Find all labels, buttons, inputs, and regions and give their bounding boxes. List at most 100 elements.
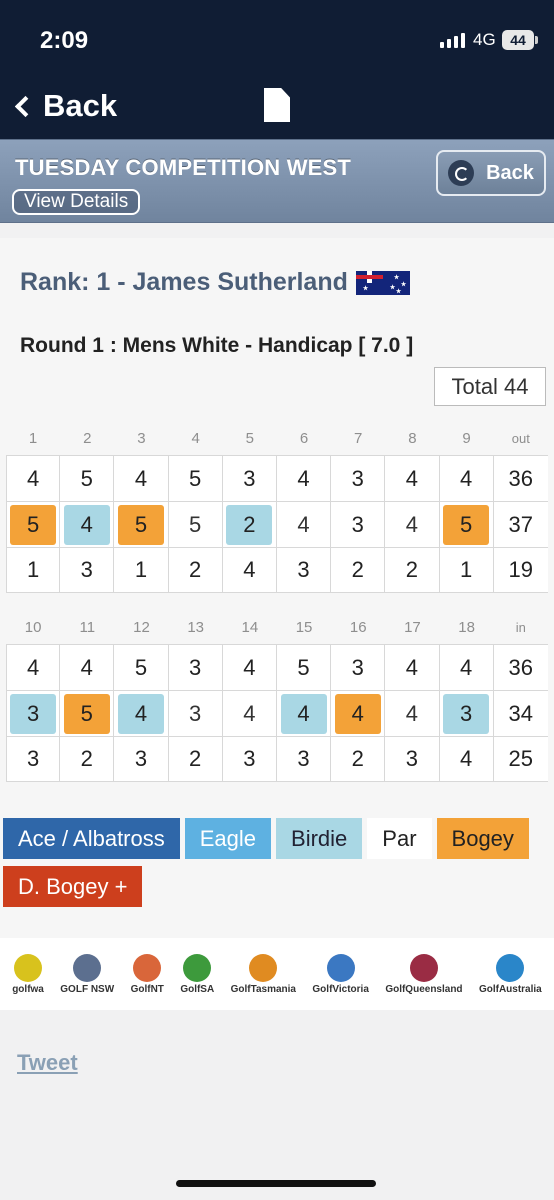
points-cell: 3 xyxy=(114,737,169,781)
score-bogey: 5 xyxy=(10,504,57,545)
score-legend: Ace / Albatross Eagle Birdie Par Bogey D… xyxy=(3,818,551,907)
round-info: Round 1 : Mens White - Handicap [ 7.0 ] xyxy=(20,334,414,357)
points-cell: 2 xyxy=(331,548,386,592)
nav-back-label: Back xyxy=(43,88,118,123)
score-par: 4 xyxy=(388,504,435,545)
points-cell: 3 xyxy=(60,548,115,592)
partner-logo[interactable]: golfwa xyxy=(12,953,44,995)
score-cell: 3 xyxy=(331,502,386,547)
legend-birdie: Birdie xyxy=(276,818,363,859)
partner-name: GolfTasmania xyxy=(230,983,296,995)
par-cell: 5 xyxy=(169,456,223,501)
player-rank: Rank: 1 - James Sutherland ★ ★ ★ ★ ★ xyxy=(20,268,410,297)
chevron-left-icon xyxy=(14,95,37,117)
partner-logo[interactable]: GolfQueensland xyxy=(385,953,463,995)
partner-name: GolfSA xyxy=(180,983,215,995)
home-indicator xyxy=(176,1180,376,1187)
hole-number: out xyxy=(511,430,530,446)
score-bogey: 5 xyxy=(63,693,110,734)
partner-name: GolfAustralia xyxy=(478,983,542,995)
view-details-button[interactable]: View Details xyxy=(12,189,141,215)
score-birdie: 2 xyxy=(226,504,273,545)
score-birdie: 4 xyxy=(63,504,110,545)
score-birdie: 3 xyxy=(10,693,57,734)
par-cell: 4 xyxy=(223,645,277,690)
partner-emblem-icon xyxy=(183,953,212,982)
hole-number: 10 xyxy=(24,618,42,636)
hole-number: 11 xyxy=(79,618,96,636)
par-cell: 5 xyxy=(60,456,115,501)
tweet-link[interactable]: Tweet xyxy=(17,1050,78,1076)
partner-logo[interactable]: GolfTasmania xyxy=(230,953,296,995)
nav-back-button[interactable]: Back xyxy=(12,88,117,124)
partner-emblem-icon xyxy=(326,953,355,982)
front-nine-grid: 1 2 3 4 5 6 7 8 9 out 4 5 4 5 3 4 3 4 4 36 5 4 5 5 2 4 3 4 5 37 1 3 1 2 4 3… xyxy=(6,421,548,593)
scorecard-content: Rank: 1 - James Sutherland ★ ★ ★ ★ ★ Rou… xyxy=(0,238,554,938)
score-cell: 4 xyxy=(385,502,440,547)
par-row: 4 4 5 3 4 5 3 4 4 36 xyxy=(6,644,548,690)
score-cell: 4 xyxy=(223,691,277,736)
hole-number: in xyxy=(515,619,526,635)
score-par: 4 xyxy=(226,693,273,734)
legend-double-bogey: D. Bogey + xyxy=(3,866,143,907)
signal-icon xyxy=(440,32,465,48)
par-cell: 4 xyxy=(114,456,169,501)
hole-number: 7 xyxy=(354,429,363,447)
legend-ace: Ace / Albatross xyxy=(3,818,180,859)
partner-name: GolfNT xyxy=(130,983,164,995)
document-icon[interactable] xyxy=(264,88,290,122)
points-cell: 25 xyxy=(508,746,534,771)
points-row: 3 2 3 2 3 3 2 3 4 25 xyxy=(6,736,548,782)
points-cell: 2 xyxy=(169,737,223,781)
hole-number: 14 xyxy=(241,618,259,636)
points-cell: 2 xyxy=(169,548,223,592)
rank-text: Rank: 1 - James Sutherland xyxy=(20,268,348,296)
points-cell: 3 xyxy=(277,548,332,592)
score-birdie: 4 xyxy=(117,693,164,734)
partner-logos: golfwa GOLF NSW GolfNT GolfSA GolfTasmania Go… xyxy=(0,938,554,1010)
header-back-button[interactable]: Back xyxy=(436,150,546,196)
partner-name: GolfVictoria xyxy=(312,983,369,995)
legend-eagle: Eagle xyxy=(184,818,272,859)
points-cell: 1 xyxy=(440,548,494,592)
partner-logo[interactable]: GolfAustralia xyxy=(478,953,542,995)
points-cell: 2 xyxy=(331,737,386,781)
par-cell: 4 xyxy=(6,645,61,690)
hole-number-row: 10 11 12 13 14 15 16 17 18 in xyxy=(6,610,548,644)
par-cell: 3 xyxy=(169,645,223,690)
score-bogey: 5 xyxy=(117,504,164,545)
score-cell: 3 xyxy=(440,691,494,736)
hole-number: 4 xyxy=(191,429,200,447)
partner-logo[interactable]: GOLF NSW xyxy=(60,953,114,995)
score-cell: 4 xyxy=(60,502,115,547)
back-arrow-icon xyxy=(448,160,475,186)
partner-logo[interactable]: GolfNT xyxy=(130,953,164,995)
score-cell: 5 xyxy=(169,502,223,547)
hole-number: 17 xyxy=(404,618,421,636)
score-par: 4 xyxy=(280,504,327,545)
partner-emblem-icon xyxy=(249,953,278,982)
hole-number-row: 1 2 3 4 5 6 7 8 9 out xyxy=(6,421,548,455)
score-cell: 2 xyxy=(223,502,277,547)
points-cell: 3 xyxy=(6,737,61,781)
points-cell: 19 xyxy=(508,557,534,582)
header-back-label: Back xyxy=(486,161,534,184)
score-par: 5 xyxy=(172,504,219,545)
hole-number: 8 xyxy=(408,429,417,447)
hole-number: 3 xyxy=(137,429,146,447)
back-nine-grid: 10 11 12 13 14 15 16 17 18 in 4 4 5 3 4 5 3 4 4 36 3 5 4 3 4 4 4 4 3… xyxy=(6,610,548,782)
legend-par: Par xyxy=(367,818,432,859)
partner-logo[interactable]: GolfSA xyxy=(180,953,215,995)
partner-logo[interactable]: GolfVictoria xyxy=(312,953,369,995)
score-cell: 3 xyxy=(169,691,223,736)
par-cell: 4 xyxy=(60,645,115,690)
score-cell: 5 xyxy=(6,502,61,547)
par-cell: 4 xyxy=(440,456,494,501)
points-cell: 1 xyxy=(6,548,61,592)
par-cell: 3 xyxy=(331,645,386,690)
score-par: 3 xyxy=(172,693,219,734)
partner-emblem-icon xyxy=(409,953,438,982)
points-cell: 2 xyxy=(60,737,115,781)
par-cell: 4 xyxy=(385,456,440,501)
par-cell: 5 xyxy=(114,645,169,690)
